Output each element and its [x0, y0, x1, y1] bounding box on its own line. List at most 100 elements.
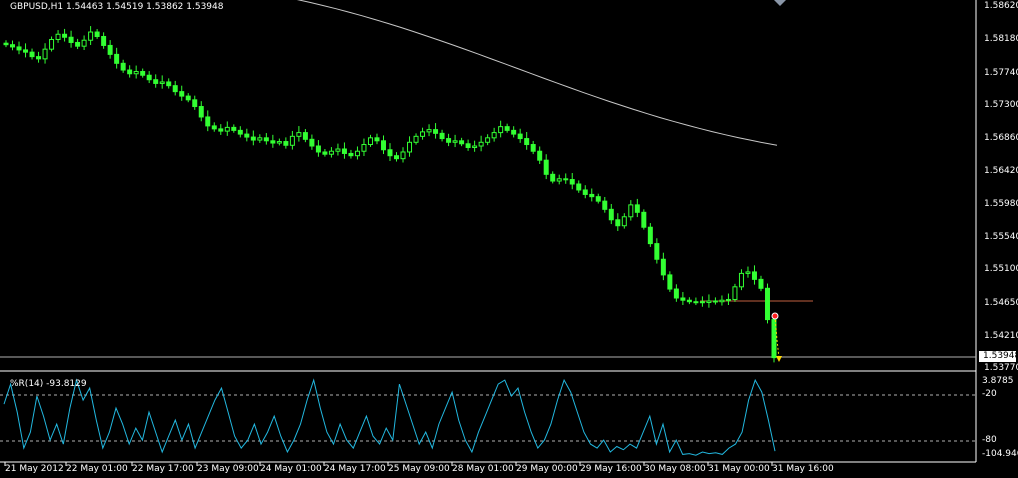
- candle-body: [16, 46, 22, 51]
- candle-body: [491, 132, 497, 139]
- candle-body: [322, 151, 328, 155]
- candle-body: [153, 79, 159, 84]
- candle-body: [706, 300, 712, 303]
- time-axis-label: 22 May 17:00: [132, 464, 194, 474]
- candle-body: [179, 91, 185, 97]
- candle-body: [556, 178, 562, 182]
- candle-body: [283, 141, 289, 146]
- candle-body: [446, 138, 452, 143]
- candle-body: [198, 106, 204, 118]
- time-axis-label: 29 May 00:00: [516, 464, 578, 474]
- candle-body: [36, 56, 42, 60]
- candle-body: [426, 129, 432, 133]
- candle-body: [231, 126, 237, 131]
- arrow-head-icon: [776, 356, 782, 362]
- candle-body: [693, 301, 699, 304]
- candle-body: [582, 189, 588, 195]
- candle-body: [673, 288, 679, 299]
- price-axis-label: 1.54650: [984, 298, 1018, 308]
- candle-body: [315, 145, 321, 153]
- indicator-axis-label: -104.946: [982, 449, 1018, 459]
- indicator-axis-label: 3.8785: [982, 376, 1014, 386]
- candle-body: [407, 141, 413, 153]
- symbol-info-label: GBPUSD,H1 1.54463 1.54519 1.53862 1.5394…: [10, 2, 224, 12]
- trade-marker-icon[interactable]: [771, 312, 779, 320]
- candle-body: [192, 99, 198, 108]
- time-axis-label: 22 May 01:00: [66, 464, 128, 474]
- time-axis-label: 31 May 00:00: [708, 464, 770, 474]
- time-axis-label: 21 May 2012: [5, 464, 64, 474]
- candle-body: [81, 39, 87, 47]
- candle-body: [654, 243, 660, 260]
- scroll-marker-icon[interactable]: [774, 0, 786, 6]
- candle-body: [725, 298, 731, 301]
- candle-body: [29, 51, 35, 58]
- candle-body: [537, 150, 543, 161]
- candle-body: [185, 95, 191, 101]
- candle-body: [205, 116, 211, 127]
- candle-body: [647, 226, 653, 245]
- price-axis-label: 1.55540: [984, 232, 1018, 242]
- time-axis-label: 30 May 08:00: [644, 464, 706, 474]
- candle-body: [712, 300, 718, 303]
- price-axis-label: 1.57740: [984, 68, 1018, 78]
- candle-body: [504, 126, 510, 131]
- candle-body: [595, 196, 601, 202]
- candle-body: [589, 193, 595, 198]
- candle-body: [88, 31, 94, 41]
- indicator-pane[interactable]: [0, 378, 976, 463]
- candle-body: [485, 137, 491, 143]
- candle-body: [563, 178, 569, 181]
- time-axis-label: 24 May 17:00: [324, 464, 386, 474]
- candle-body: [439, 132, 445, 140]
- moving-average-line: [296, 0, 778, 146]
- candle-body: [660, 258, 666, 276]
- candle-body: [62, 33, 68, 38]
- candle-body: [68, 36, 74, 43]
- candle-body: [387, 149, 393, 157]
- candle-body: [276, 141, 282, 144]
- candle-body: [472, 145, 478, 149]
- candle-body: [641, 211, 647, 228]
- candle-body: [42, 48, 48, 60]
- candle-body: [257, 137, 263, 141]
- candle-body: [751, 271, 757, 280]
- candle-body: [114, 53, 120, 64]
- price-axis-label: 1.53770: [984, 363, 1018, 373]
- price-axis-label: 1.58620: [984, 1, 1018, 11]
- price-axis-label: 1.56420: [984, 166, 1018, 176]
- candle-body: [120, 62, 126, 71]
- candle-body: [634, 204, 640, 213]
- candle-body: [621, 216, 627, 227]
- candle-body: [452, 140, 458, 143]
- candle-body: [159, 81, 165, 84]
- indicator-axis-label: -20: [982, 389, 997, 399]
- candle-body: [289, 135, 295, 146]
- candle-body: [270, 140, 276, 144]
- candle-body: [361, 144, 367, 152]
- candle-body: [550, 173, 556, 182]
- candle-body: [374, 137, 380, 142]
- chart-canvas[interactable]: [0, 0, 1018, 478]
- candle-body: [244, 133, 250, 138]
- williams-r-line: [3, 378, 776, 456]
- candle-body: [628, 204, 634, 218]
- time-axis-label: 25 May 09:00: [388, 464, 450, 474]
- main-price-pane[interactable]: [0, 0, 977, 462]
- price-axis-label: 1.55100: [984, 264, 1018, 274]
- candle-body: [133, 71, 139, 75]
- candle-body: [478, 141, 484, 147]
- candle-body: [335, 148, 341, 152]
- candle-body: [380, 140, 386, 151]
- candle-body: [602, 200, 608, 210]
- candle-body: [498, 126, 504, 134]
- candle-body: [465, 143, 471, 149]
- candle-body: [348, 152, 354, 157]
- candle-body: [302, 132, 308, 140]
- candle-body: [263, 137, 269, 142]
- candle-body: [55, 33, 61, 40]
- price-axis-label: 1.56860: [984, 133, 1018, 143]
- candle-body: [738, 272, 744, 288]
- candle-body: [354, 150, 360, 157]
- candle-body: [309, 138, 315, 147]
